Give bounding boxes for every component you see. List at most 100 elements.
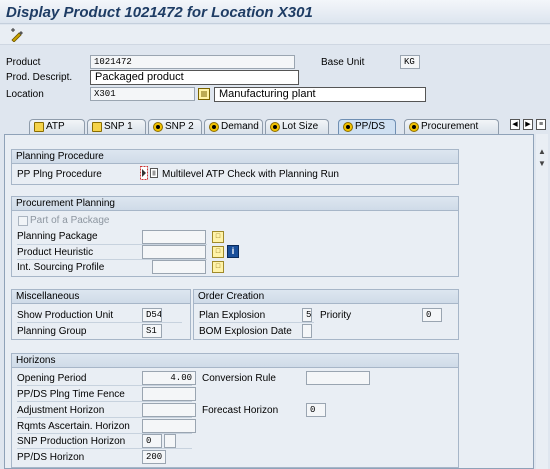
display-change-icon[interactable]: [10, 28, 24, 43]
planning-procedure-group: Planning Procedure PP Plng Procedure Mul…: [11, 149, 459, 185]
bom-explosion-date-label: BOM Explosion Date: [199, 326, 292, 337]
ppds-horizon-label: PP/DS Horizon: [17, 452, 85, 463]
product-heuristic-label: Product Heuristic: [17, 247, 94, 258]
opening-period-field[interactable]: 4.00: [142, 371, 196, 385]
base-unit-label: Base Unit: [321, 57, 365, 68]
row-separator: [17, 448, 192, 449]
order-creation-group: Order Creation Plan Explosion 5 Priority…: [193, 289, 459, 340]
tab-procurement-icon: [409, 122, 419, 132]
tab-content-ppds: Planning Procedure PP Plng Procedure Mul…: [4, 134, 534, 469]
tab-atp-label: ATP: [46, 121, 65, 132]
horizons-heading: Horizons: [12, 354, 458, 368]
plan-explosion-field[interactable]: 5: [302, 308, 312, 322]
tab-snp2-icon: [153, 122, 163, 132]
planning-procedure-heading: Planning Procedure: [12, 150, 458, 164]
tab-ppds[interactable]: PP/DS: [338, 119, 396, 134]
pp-plng-procedure-value: Multilevel ATP Check with Planning Run: [162, 169, 339, 180]
tab-lot-size[interactable]: Lot Size: [265, 119, 329, 134]
priority-field[interactable]: 0: [422, 308, 442, 322]
tab-ppds-label: PP/DS: [355, 121, 386, 132]
ppds-horizon-field[interactable]: 200: [142, 450, 166, 464]
tab-demand-label: Demand: [221, 121, 259, 132]
product-heuristic-help-icon[interactable]: □: [212, 246, 224, 258]
miscellaneous-group: Miscellaneous Show Production Unit D54 P…: [11, 289, 191, 340]
procurement-planning-heading: Procurement Planning: [12, 197, 458, 211]
tab-demand-icon: [209, 122, 219, 132]
product-heuristic-field[interactable]: [142, 245, 206, 259]
product-field[interactable]: 1021472: [90, 55, 295, 69]
tab-snp1-icon: [92, 122, 102, 132]
prod-descript-field[interactable]: Packaged product: [90, 70, 299, 85]
int-sourcing-profile-field[interactable]: [152, 260, 206, 274]
location-search-icon[interactable]: [198, 87, 210, 101]
tab-atp-icon: [34, 122, 44, 132]
rqmts-ascertain-horizon-label: Rqmts Ascertain. Horizon: [17, 421, 130, 432]
plan-explosion-label: Plan Explosion: [199, 310, 266, 321]
planning-group-label: Planning Group: [17, 326, 87, 337]
priority-label: Priority: [320, 310, 352, 321]
row-separator: [17, 417, 192, 418]
tab-atp[interactable]: ATP: [29, 119, 85, 134]
snp-production-horizon-field[interactable]: 0: [142, 434, 162, 448]
tab-ppds-icon: [343, 122, 353, 132]
window-title: Display Product 1021472 for Location X30…: [6, 4, 313, 21]
application-toolbar: [0, 25, 550, 45]
int-sourcing-profile-label: Int. Sourcing Profile: [17, 262, 105, 273]
show-production-unit-field[interactable]: D54: [142, 308, 162, 322]
tab-list-button[interactable]: ≡: [536, 119, 546, 130]
tab-lot-size-label: Lot Size: [282, 121, 319, 132]
tab-procurement[interactable]: Procurement: [404, 119, 499, 134]
tab-snp2[interactable]: SNP 2: [148, 119, 202, 134]
row-separator: [17, 385, 192, 386]
row-separator: [17, 401, 192, 402]
scroll-up-arrow-icon[interactable]: ▲: [536, 146, 548, 158]
planning-package-field[interactable]: [142, 230, 206, 244]
ppds-plng-time-fence-label: PP/DS Plng Time Fence: [17, 389, 125, 400]
planning-package-label: Planning Package: [17, 231, 98, 242]
prod-descript-label: Prod. Descript.: [6, 72, 73, 83]
title-bar: Display Product 1021472 for Location X30…: [0, 0, 550, 24]
base-unit-field[interactable]: KG: [400, 55, 420, 69]
int-sourcing-help-icon[interactable]: □: [212, 261, 224, 273]
tab-snp1[interactable]: SNP 1: [87, 119, 146, 134]
conversion-rule-label: Conversion Rule: [202, 373, 276, 384]
location-description-field[interactable]: Manufacturing plant: [214, 87, 426, 102]
part-of-package-label: Part of a Package: [30, 215, 110, 226]
info-icon[interactable]: i: [227, 245, 239, 258]
conversion-rule-field[interactable]: [306, 371, 370, 385]
bom-explosion-date-field[interactable]: [302, 324, 312, 338]
planning-group-field[interactable]: S1: [142, 324, 162, 338]
location-label: Location: [6, 89, 44, 100]
forecast-horizon-label: Forecast Horizon: [202, 405, 279, 416]
pp-plng-value-icon[interactable]: [140, 166, 160, 182]
part-of-package-checkbox[interactable]: [18, 216, 28, 226]
tab-procurement-label: Procurement: [421, 121, 479, 132]
scroll-down-arrow-icon[interactable]: ▼: [536, 158, 548, 170]
tab-demand[interactable]: Demand: [204, 119, 263, 134]
tab-scroll-right-button[interactable]: ▶: [523, 119, 533, 130]
order-creation-heading: Order Creation: [194, 290, 458, 304]
horizons-group: Horizons Opening Period 4.00 Conversion …: [11, 353, 459, 468]
show-production-unit-label: Show Production Unit: [17, 310, 114, 321]
procurement-planning-group: Procurement Planning Part of a Package P…: [11, 196, 459, 277]
snp-production-horizon-extra-field[interactable]: [164, 434, 176, 448]
row-separator: [199, 322, 314, 323]
pp-plng-procedure-label: PP Plng Procedure: [17, 169, 102, 180]
snp-production-horizon-label: SNP Production Horizon: [17, 436, 126, 447]
tab-scroll-left-button[interactable]: ◀: [510, 119, 520, 130]
miscellaneous-heading: Miscellaneous: [12, 290, 190, 304]
planning-package-help-icon[interactable]: □: [212, 231, 224, 243]
product-label: Product: [6, 57, 41, 68]
rqmts-ascertain-horizon-field[interactable]: [142, 419, 196, 433]
location-field[interactable]: X301: [90, 87, 195, 101]
ppds-plng-time-fence-field[interactable]: [142, 387, 196, 401]
tab-lot-size-icon: [270, 122, 280, 132]
row-separator: [17, 322, 182, 323]
vertical-scrollbar[interactable]: ▲ ▼: [536, 134, 548, 469]
tab-snp1-label: SNP 1: [104, 121, 133, 132]
tab-snp2-label: SNP 2: [165, 121, 194, 132]
opening-period-label: Opening Period: [17, 373, 87, 384]
forecast-horizon-field[interactable]: 0: [306, 403, 326, 417]
adjustment-horizon-field[interactable]: [142, 403, 196, 417]
adjustment-horizon-label: Adjustment Horizon: [17, 405, 105, 416]
